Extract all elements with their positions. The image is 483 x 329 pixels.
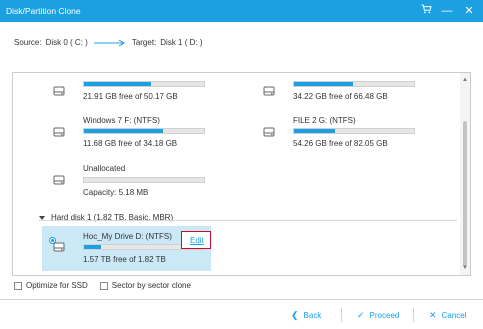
partition-item[interactable]: Windows 7 F: (NTFS) 11.68 GB free of 34.… bbox=[53, 116, 223, 150]
usage-bar bbox=[83, 177, 205, 183]
free-space-text: 21.91 GB free of 50.17 GB bbox=[83, 92, 178, 101]
drive-icon bbox=[53, 85, 65, 97]
scroll-thumb[interactable] bbox=[463, 121, 467, 267]
drive-icon bbox=[263, 85, 275, 97]
source-value: Disk 0 ( C: ) bbox=[45, 38, 88, 47]
separator bbox=[413, 308, 414, 322]
optimize-ssd-checkbox[interactable] bbox=[14, 281, 22, 290]
chevron-left-icon: ❮ bbox=[291, 310, 299, 320]
usage-bar bbox=[293, 128, 415, 134]
source-target-row: Source: Disk 0 ( C: ) Target: Disk 1 ( D… bbox=[14, 38, 203, 47]
source-label: Source: bbox=[14, 38, 42, 47]
drive-icon bbox=[53, 126, 65, 138]
free-space-text: 34.22 GB free of 66.48 GB bbox=[293, 92, 388, 101]
scroll-down-icon[interactable]: ▼ bbox=[462, 265, 468, 271]
back-label: Back bbox=[303, 311, 322, 320]
cart-icon[interactable] bbox=[419, 4, 433, 18]
close-icon: ✕ bbox=[429, 310, 437, 320]
drive-icon bbox=[53, 174, 65, 186]
free-space-text: 11.68 GB free of 34.18 GB bbox=[83, 139, 178, 148]
optimize-ssd-option[interactable]: Optimize for SSD bbox=[14, 281, 88, 290]
target-label: Target: bbox=[131, 38, 157, 47]
sector-clone-checkbox[interactable] bbox=[99, 281, 108, 290]
usage-bar bbox=[83, 81, 205, 87]
clone-options: Optimize for SSD Sector by sector clone bbox=[14, 281, 203, 290]
partition-item[interactable]: 34.22 GB free of 66.48 GB bbox=[263, 80, 433, 104]
minimize-icon[interactable]: — bbox=[440, 4, 454, 18]
sector-clone-label: Sector by sector clone bbox=[111, 281, 191, 290]
partition-name: FILE 2 G: (NTFS) bbox=[293, 116, 356, 125]
footer: ❮ Back ✓ Proceed ✕ Cancel bbox=[0, 300, 483, 329]
cancel-label: Cancel bbox=[441, 311, 467, 320]
cancel-button[interactable]: ✕ Cancel bbox=[429, 310, 466, 321]
usage-bar bbox=[293, 81, 415, 87]
partition-item[interactable]: 21.91 GB free of 50.17 GB bbox=[53, 80, 223, 104]
proceed-button[interactable]: ✓ Proceed bbox=[357, 310, 399, 321]
back-button[interactable]: ❮ Back bbox=[291, 310, 321, 321]
free-space-text: 1.57 TB free of 1.82 TB bbox=[83, 255, 166, 264]
partition-list-panel: 21.91 GB free of 50.17 GB 34.22 GB free … bbox=[12, 72, 471, 276]
divider bbox=[39, 220, 457, 221]
capacity-text: Capacity: 5.18 MB bbox=[83, 188, 149, 197]
partition-item[interactable]: FILE 2 G: (NTFS) 54.26 GB free of 82.05 … bbox=[263, 116, 433, 150]
drive-icon bbox=[53, 241, 65, 253]
collapse-triangle-icon[interactable] bbox=[39, 215, 45, 220]
target-value: Disk 1 ( D: ) bbox=[160, 38, 203, 47]
optimize-ssd-label: Optimize for SSD bbox=[26, 281, 88, 290]
partition-name: Unallocated bbox=[83, 164, 126, 173]
window-title: Disk/Partition Clone bbox=[6, 6, 81, 16]
proceed-label: Proceed bbox=[369, 311, 400, 320]
title-bar: Disk/Partition Clone — ✕ bbox=[0, 0, 483, 22]
close-icon[interactable]: ✕ bbox=[462, 4, 476, 18]
partition-name: Windows 7 F: (NTFS) bbox=[83, 116, 160, 125]
edit-highlight-box: Edit bbox=[181, 231, 211, 249]
separator bbox=[341, 308, 342, 322]
arrow-right-icon bbox=[93, 39, 126, 47]
free-space-text: 54.26 GB free of 82.05 GB bbox=[293, 139, 388, 148]
drive-icon bbox=[263, 126, 275, 138]
scrollbar[interactable]: ▲ ▼ bbox=[460, 73, 470, 275]
sector-clone-option[interactable]: Sector by sector clone bbox=[99, 281, 191, 290]
edit-link[interactable]: Edit bbox=[190, 236, 204, 245]
partition-name: Hoc_My Drive D: (NTFS) bbox=[83, 232, 172, 241]
checkmark-icon: ✓ bbox=[357, 310, 365, 320]
usage-bar bbox=[83, 128, 205, 134]
partition-item-unallocated[interactable]: Unallocated Capacity: 5.18 MB bbox=[53, 164, 223, 198]
scroll-up-icon[interactable]: ▲ bbox=[462, 77, 468, 83]
